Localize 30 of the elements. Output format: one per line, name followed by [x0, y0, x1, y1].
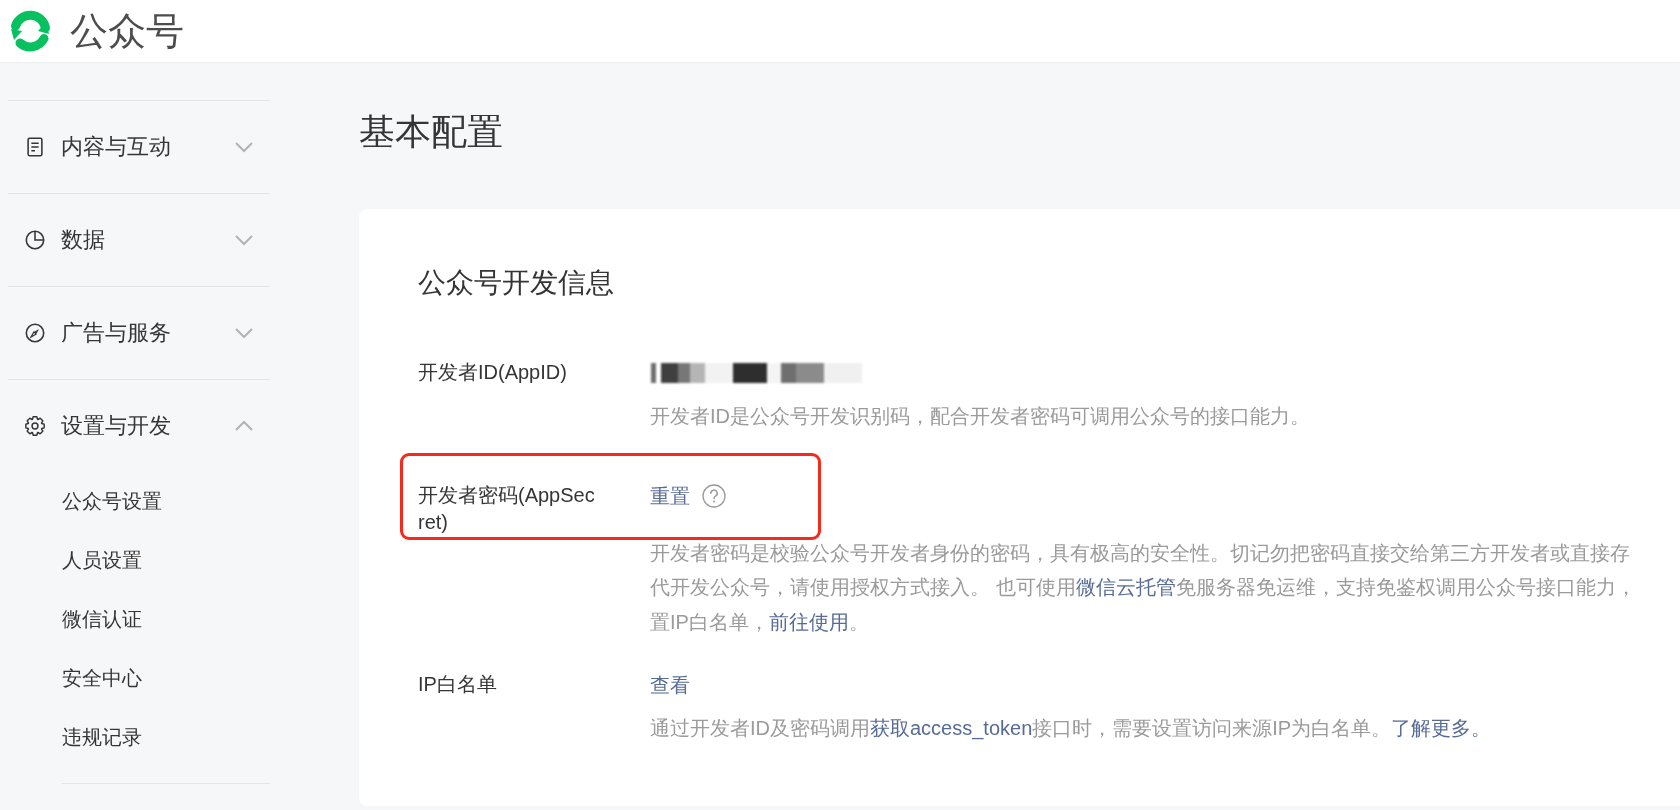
submenu-item[interactable]: 公众号设置 [8, 472, 270, 531]
settings-icon [24, 415, 46, 437]
app-title: 公众号 [70, 9, 184, 53]
inline-link[interactable]: 获取access_token [870, 717, 1033, 739]
pie-chart-icon [24, 229, 46, 251]
menu-group[interactable]: 广告与服务 [8, 287, 270, 379]
action-link[interactable]: 查看 [650, 669, 690, 701]
description-text: 通过开发者ID及密码调用获取access_token接口时，需要设置访问来源IP为白名单。了解更多。 [650, 716, 1493, 742]
submenu-item[interactable]: 人员设置 [8, 531, 270, 590]
page-title: 基本配置 [359, 110, 504, 154]
inline-link[interactable]: 前往使用 [768, 610, 849, 633]
action-link[interactable]: 重置 [650, 479, 690, 512]
field-label: IP白名单 [418, 672, 498, 697]
submenu-item[interactable]: 安全中心 [8, 649, 270, 708]
section-title: 公众号开发信息 [418, 266, 615, 300]
inline-link[interactable]: 了解更多。 [1391, 717, 1492, 739]
menu-group[interactable]: 内容与互动 [8, 101, 270, 193]
submenu-item[interactable]: 违规记录 [8, 708, 270, 767]
submenu-item[interactable]: 微信认证 [8, 590, 270, 649]
help-icon[interactable] [702, 483, 726, 508]
field-label: 开发者ID(AppID) [418, 360, 568, 385]
description-text: 开发者ID是公众号开发识别码，配合开发者密码可调用公众号的接口能力。 [650, 404, 1311, 429]
menu-group[interactable]: 设置与开发 [8, 380, 270, 472]
compass-icon [24, 322, 46, 344]
menu-group[interactable]: 数据 [8, 194, 270, 286]
description-text: 开发者密码是校验公众号开发者身份的密码，具有极高的安全性。切记勿把密码直接交给第三方开发者或直接存 代开发公众号，请使用授权方式接入。 也可使用微信云托管免服务器免运维，支持免鉴权调用公众号接口能力， 置IP白名单，前往使用。 [650, 540, 1637, 635]
field-label: 开发者密码(AppSecret) [418, 482, 596, 535]
inline-link[interactable]: 微信云托管 [1075, 576, 1176, 598]
logo-icon [8, 9, 52, 53]
document-icon [24, 136, 46, 158]
